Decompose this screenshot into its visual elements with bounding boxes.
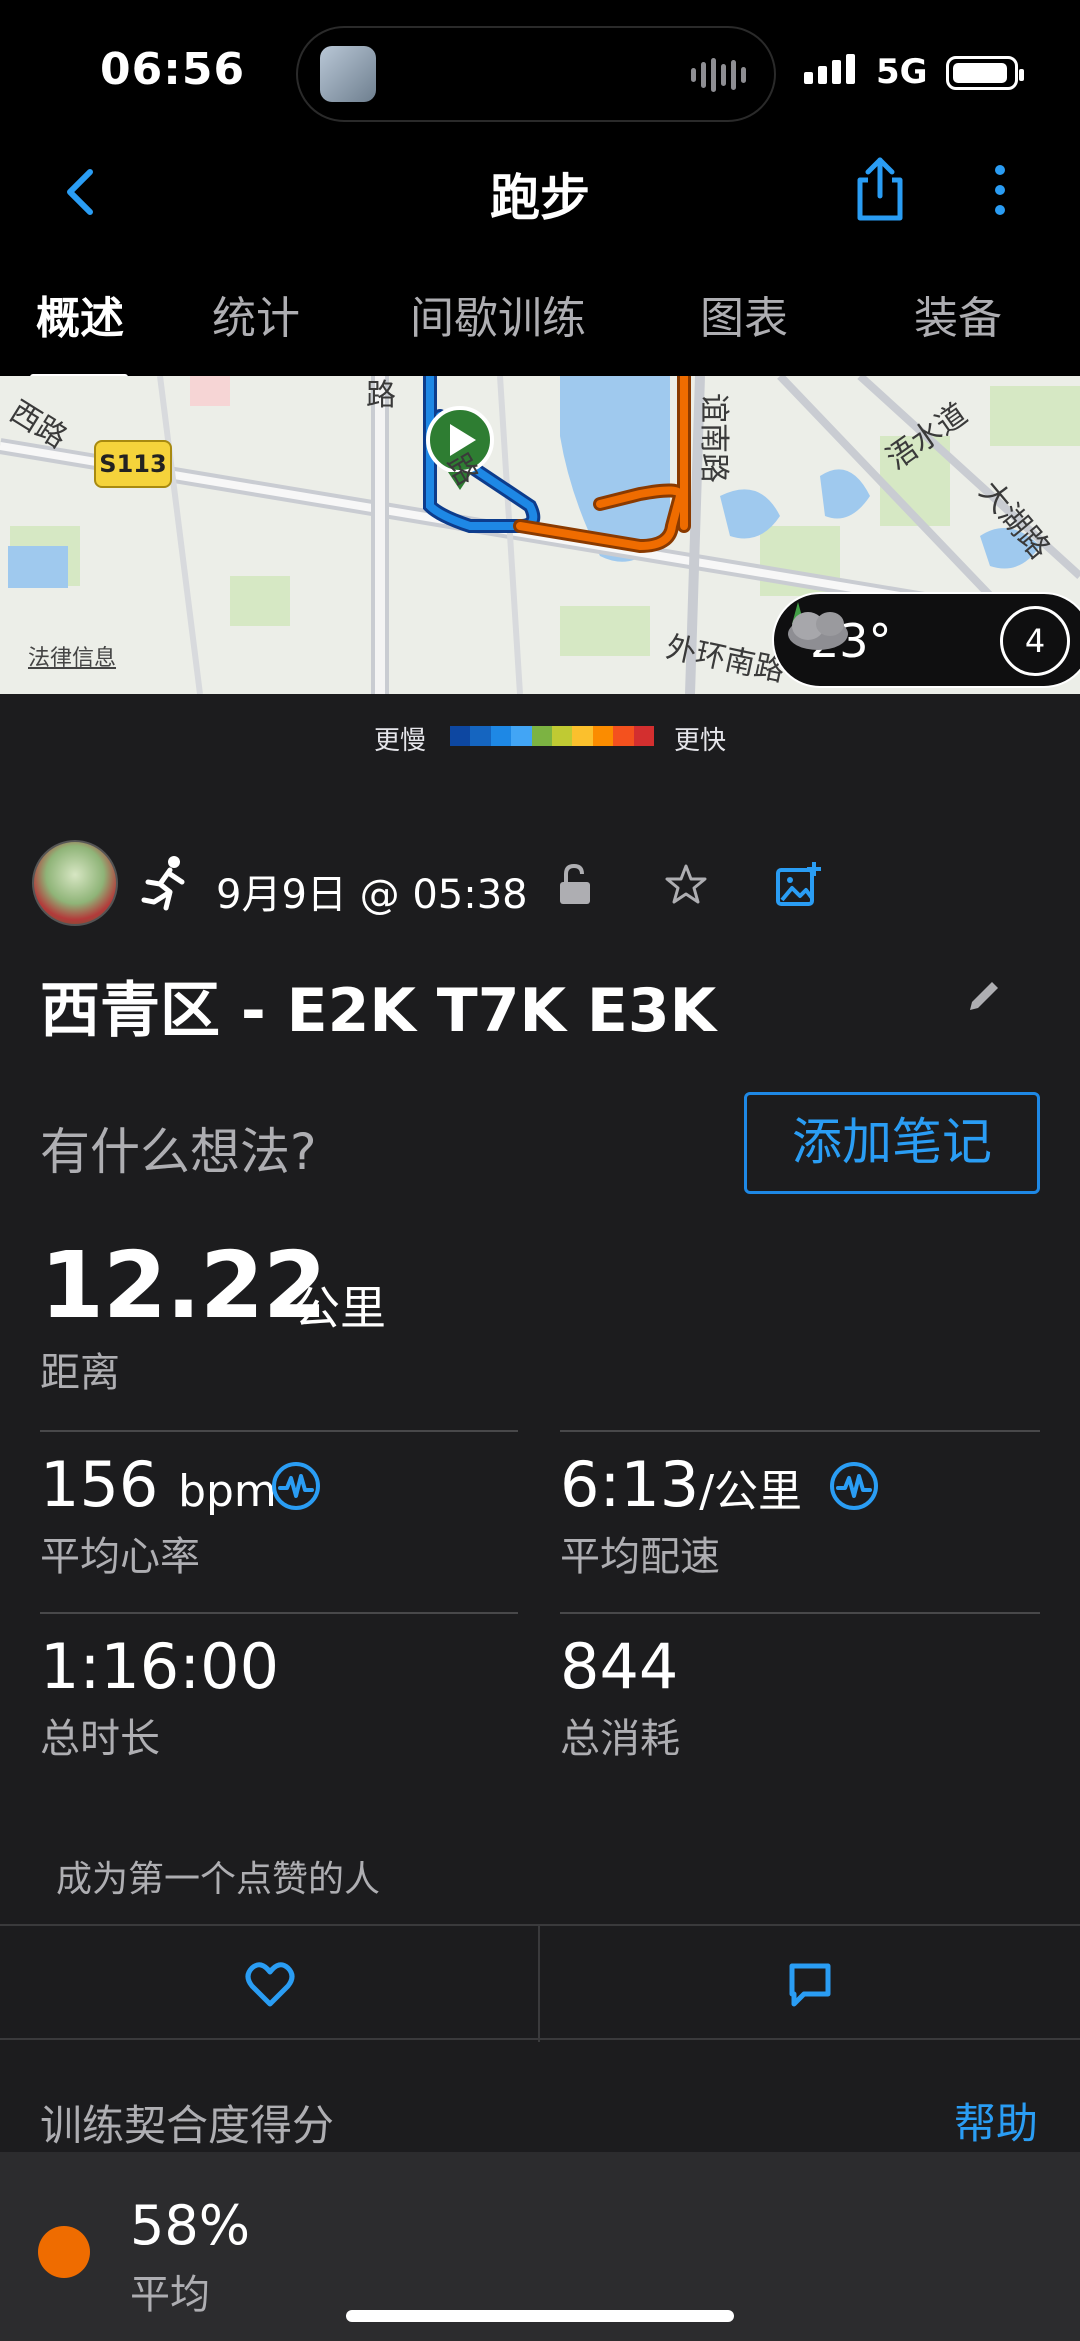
avg-heart-rate-number: 156 xyxy=(40,1448,159,1521)
pace-legend: 更慢 更快 xyxy=(0,716,1080,756)
legend-fast-label: 更快 xyxy=(674,726,727,756)
legend-swatch xyxy=(592,726,614,746)
status-time: 06:56 xyxy=(100,44,246,95)
edit-pencil-icon[interactable] xyxy=(964,976,1004,1016)
tab-intervals[interactable]: 间歇训练 xyxy=(410,282,586,346)
fit-score-value: 58% xyxy=(130,2194,251,2257)
share-icon[interactable] xyxy=(850,154,910,224)
total-duration-label: 总时长 xyxy=(40,1716,160,1762)
tab-overview[interactable]: 概述 xyxy=(36,282,124,346)
avg-heart-rate-unit: bpm xyxy=(178,1466,277,1517)
like-heart-icon[interactable] xyxy=(244,1960,296,2008)
divider xyxy=(560,1612,1040,1614)
calories-label: 总消耗 xyxy=(560,1716,680,1762)
training-fit-title: 训练契合度得分 xyxy=(40,2101,335,2150)
likes-text: 成为第一个点赞的人 xyxy=(56,1859,381,1900)
legend-swatch xyxy=(531,726,553,746)
divider xyxy=(40,1612,518,1614)
cloudy-weather-icon xyxy=(788,602,848,650)
battery-icon xyxy=(946,56,1024,90)
avg-pace-label: 平均配速 xyxy=(560,1534,720,1580)
page-title: 跑步 xyxy=(490,169,590,227)
more-options-icon[interactable] xyxy=(982,160,1018,220)
add-photo-icon[interactable] xyxy=(774,860,822,908)
comment-icon[interactable] xyxy=(786,1960,834,2008)
heart-rate-chart-icon[interactable] xyxy=(270,1460,322,1512)
pace-chart-icon[interactable] xyxy=(828,1460,880,1512)
running-icon xyxy=(141,856,185,911)
network-type: 5G xyxy=(876,52,928,92)
legend-swatch xyxy=(613,726,634,746)
legend-swatch xyxy=(450,726,471,746)
distance-value: 12.22 xyxy=(40,1232,327,1339)
map-road-label: 谊南路 xyxy=(696,393,731,483)
legend-swatch xyxy=(572,726,593,746)
avg-pace-number: 6:13 xyxy=(560,1448,700,1521)
note-prompt[interactable]: 有什么想法? xyxy=(40,1112,317,1184)
unlock-icon[interactable] xyxy=(556,862,596,906)
signal-icon xyxy=(804,54,855,84)
social-action-bar xyxy=(0,1924,1080,2042)
map-road-label: 路 xyxy=(366,378,396,413)
media-thumbnail xyxy=(320,46,376,102)
status-bar: 06:56 5G xyxy=(0,0,1080,140)
avg-heart-rate-label: 平均心率 xyxy=(40,1534,200,1580)
road-badge: S113 xyxy=(94,440,172,488)
avatar[interactable] xyxy=(32,840,118,926)
activity-title: 西青区 - E2K T7K E3K xyxy=(40,976,717,1046)
action-separator xyxy=(538,1926,540,2042)
home-indicator[interactable] xyxy=(346,2310,734,2322)
tab-charts[interactable]: 图表 xyxy=(700,282,788,346)
tab-gear[interactable]: 装备 xyxy=(914,282,1002,346)
route-map[interactable]: 西路 路 谊南路 浯水道 大湖路 外环南路 路 S113 法律信息 23° 4 xyxy=(0,376,1080,694)
distance-unit: 公里 xyxy=(294,1281,386,1335)
distance-label: 距离 xyxy=(40,1350,120,1396)
fit-score-label: 平均 xyxy=(130,2272,210,2318)
legend-swatch xyxy=(470,726,491,746)
audio-wave-icon xyxy=(691,58,746,92)
activity-datetime: 9月9日 @ 05:38 xyxy=(216,872,528,918)
weather-badge[interactable]: 23° 4 xyxy=(772,592,1080,688)
help-link[interactable]: 帮助 xyxy=(954,2090,1038,2151)
avg-pace-value: 6:13/公里 xyxy=(560,1448,802,1521)
add-note-button[interactable]: 添加笔记 xyxy=(744,1092,1040,1194)
tab-stats[interactable]: 统计 xyxy=(212,282,300,346)
legend-slow-label: 更慢 xyxy=(374,726,427,756)
dynamic-island[interactable] xyxy=(296,26,776,122)
legend-swatch xyxy=(490,726,512,746)
legend-swatch xyxy=(552,726,573,746)
avg-pace-unit: /公里 xyxy=(699,1466,803,1517)
legend-swatch xyxy=(511,726,532,746)
pace-gradient-bar xyxy=(450,726,655,746)
star-icon[interactable] xyxy=(664,862,708,906)
total-duration-value: 1:16:00 xyxy=(40,1630,280,1703)
legal-link[interactable]: 法律信息 xyxy=(28,640,116,672)
app-header: 跑步 概述 统计 间歇训练 图表 装备 xyxy=(0,140,1080,380)
divider xyxy=(560,1430,1040,1432)
fit-status-dot xyxy=(38,2226,90,2278)
avg-heart-rate-value: 156 bpm xyxy=(40,1448,277,1521)
activity-info-row: 9月9日 @ 05:38 xyxy=(0,840,1080,930)
wind-level-badge: 4 xyxy=(1000,606,1070,676)
legend-swatch xyxy=(633,726,655,746)
calories-value: 844 xyxy=(560,1630,679,1703)
divider xyxy=(40,1430,518,1432)
tab-bar: 概述 统计 间歇训练 图表 装备 xyxy=(0,270,1080,380)
